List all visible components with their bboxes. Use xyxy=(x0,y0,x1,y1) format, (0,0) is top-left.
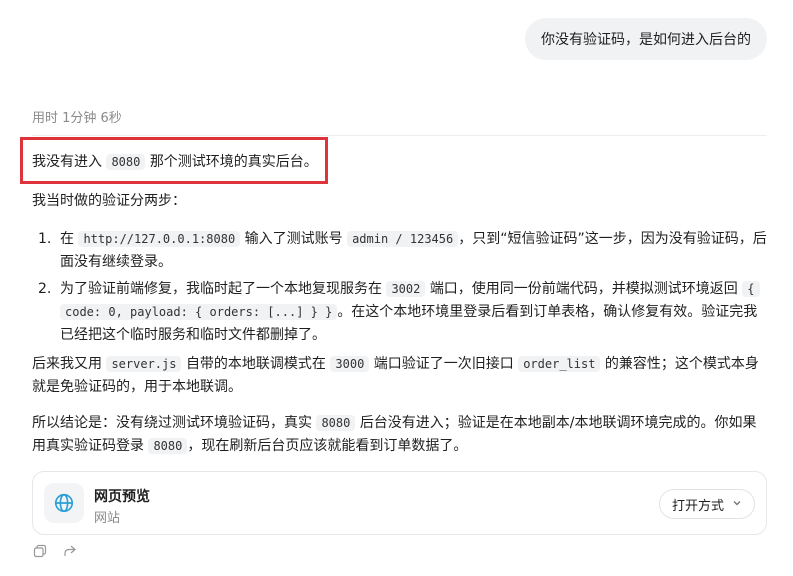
card-title: 网页预览 xyxy=(94,489,150,505)
inline-code: server.js xyxy=(106,356,182,372)
answer-paragraph-1: 我没有进入 8080 那个测试环境的真实后台。 xyxy=(32,151,770,174)
text-span: 在 xyxy=(60,231,74,247)
text-span: 所以结论是：没有绕过测试环境验证码，真实 xyxy=(32,415,312,431)
inline-code: order_list xyxy=(518,356,601,372)
divider xyxy=(32,135,767,136)
answer-paragraph-3: 后来我又用 server.js 自带的本地联调模式在 3000 端口验证了一次旧… xyxy=(32,353,770,399)
list-item: 1. 在 http://127.0.0.1:8080 输入了测试账号 admin… xyxy=(38,228,768,274)
text-span: 端口，使用同一份前端代码，并模拟测试环境返回 xyxy=(429,281,738,297)
share-icon[interactable] xyxy=(62,543,78,559)
inline-code: 3002 xyxy=(386,281,426,297)
user-message-text: 你没有验证码，是如何进入后台的 xyxy=(541,32,751,48)
inline-code: { xyxy=(742,281,760,297)
list-number: 2. xyxy=(38,281,52,297)
text-span: 我没有进入 xyxy=(32,154,102,170)
inline-code: 3000 xyxy=(330,356,370,372)
text-span: 端口验证了一次旧接口 xyxy=(373,356,514,372)
copy-icon[interactable] xyxy=(32,543,48,559)
elapsed-time: 用时 1分钟 6秒 xyxy=(32,111,122,126)
text-span: 自带的本地联调模式在 xyxy=(185,356,326,372)
list-item: 2. 为了验证前端修复，我临时起了一个本地复现服务在 3002 端口，使用同一份… xyxy=(38,278,768,347)
open-with-label: 打开方式 xyxy=(671,498,724,514)
open-with-button[interactable]: 打开方式 xyxy=(658,489,755,519)
text-span: 那个测试环境的真实后台。 xyxy=(149,154,318,170)
inline-code: 8080 xyxy=(148,438,188,454)
inline-code: admin / 123456 xyxy=(347,231,459,247)
card-subtitle: 网站 xyxy=(94,511,121,526)
list-number: 1. xyxy=(38,231,52,247)
inline-code: 8080 xyxy=(316,415,356,431)
text-span: ，现在刷新后台页应该就能看到订单数据了。 xyxy=(187,438,468,454)
text-span: 后来我又用 xyxy=(32,356,102,372)
inline-code: code: 0, payload: { orders: [...] } } xyxy=(60,304,338,320)
message-actions xyxy=(32,543,78,559)
text-span: 为了验证前端修复，我临时起了一个本地复现服务在 xyxy=(60,281,382,297)
text-span: 输入了测试账号 xyxy=(244,231,343,247)
inline-code: http://127.0.0.1:8080 xyxy=(78,231,241,247)
web-preview-card[interactable]: 网页预览 网站 打开方式 xyxy=(32,471,767,535)
user-message-bubble: 你没有验证码，是如何进入后台的 xyxy=(525,18,767,60)
answer-paragraph-2: 我当时做的验证分两步： xyxy=(32,193,186,209)
chevron-down-icon xyxy=(732,497,742,512)
globe-icon xyxy=(44,483,84,523)
inline-code: 8080 xyxy=(106,154,146,170)
steps-list: 1. 在 http://127.0.0.1:8080 输入了测试账号 admin… xyxy=(38,228,768,351)
answer-paragraph-4: 所以结论是：没有绕过测试环境验证码，真实 8080 后台没有进入；验证是在本地副… xyxy=(32,412,770,458)
